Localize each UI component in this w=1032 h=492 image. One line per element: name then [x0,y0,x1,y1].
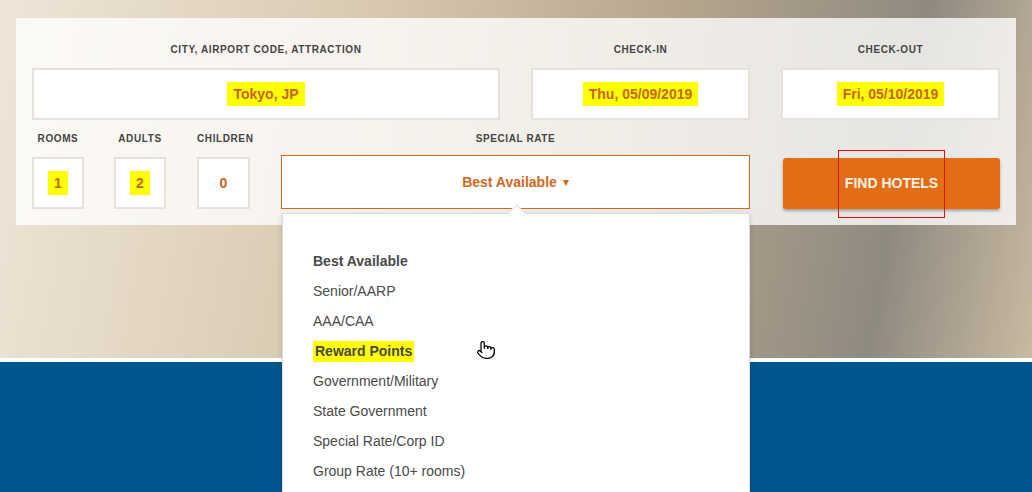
children-field-value: 0 [214,171,234,195]
children-field: CHILDREN 0 [197,133,250,209]
special-rate-option[interactable]: Reward Points [313,336,719,366]
search-row-bottom: ROOMS 1 ADULTS 2 CHILDREN 0 SPECIAL RATE Best A… [32,133,1000,209]
annotation-box [838,150,945,218]
check-in-field-value: Thu, 05/09/2019 [583,82,699,106]
search-row-top: CITY, AIRPORT CODE, ATTRACTIONTokyo, JPC… [32,44,1000,120]
special-rate-value: Best Available [462,172,557,193]
destination-field: CITY, AIRPORT CODE, ATTRACTION Tokyo, JP [32,44,500,120]
special-rate-menu: Best Available Senior/AARP AAA/CAA Reward P… [282,213,750,492]
special-rate-option[interactable]: Best Available [313,246,719,276]
children-field-label: CHILDREN [197,133,250,145]
option-label: Government/Military [313,371,438,392]
find-hotels-button[interactable]: FIND HOTELS [783,158,1000,209]
special-rate-option[interactable]: Group Rate (10+ rooms) [313,456,719,486]
option-label: Special Rate/Corp ID [313,431,445,452]
option-label: State Government [313,401,427,422]
special-rate-label: SPECIAL RATE [281,133,750,145]
adults-field-label: ADULTS [114,133,166,145]
destination-field-value: Tokyo, JP [227,82,304,106]
special-rate-option[interactable]: Special Rate/Corp ID [313,426,719,456]
check-out-field: CHECK-OUT Fri, 05/10/2019 [781,44,1000,120]
destination-field-input[interactable]: Tokyo, JP [32,68,500,120]
special-rate-option[interactable]: AAA/CAA [313,306,719,336]
hand-cursor-icon [476,340,496,360]
option-label: AAA/CAA [313,311,374,332]
option-label: Best Available [313,251,408,272]
check-out-field-value: Fri, 05/10/2019 [837,82,945,106]
option-label: Reward Points [313,341,414,362]
rooms-field-value: 1 [48,171,68,195]
caret-icon: ▾ [563,173,569,191]
special-rate-option[interactable]: Senior/AARP [313,276,719,306]
destination-field-label: CITY, AIRPORT CODE, ATTRACTION [32,44,500,56]
check-out-field-input[interactable]: Fri, 05/10/2019 [781,68,1000,120]
search-panel: CITY, AIRPORT CODE, ATTRACTIONTokyo, JPC… [16,18,1016,225]
special-rate-dropdown[interactable]: Best Available ▾ [281,155,750,209]
children-field-input[interactable]: 0 [197,157,250,209]
check-in-field-input[interactable]: Thu, 05/09/2019 [531,68,750,120]
special-rate-option[interactable]: Government/Military [313,366,719,396]
option-label: Group Rate (10+ rooms) [313,461,465,482]
check-out-field-label: CHECK-OUT [781,44,1000,56]
option-label: Senior/AARP [313,281,395,302]
rooms-field: ROOMS 1 [32,133,84,209]
rooms-field-label: ROOMS [32,133,84,145]
special-rate-option[interactable]: State Government [313,396,719,426]
hotel-search-page: CITY, AIRPORT CODE, ATTRACTIONTokyo, JPC… [0,0,1032,492]
find-hotels-label: FIND HOTELS [845,173,938,194]
check-in-field-label: CHECK-IN [531,44,750,56]
adults-field: ADULTS 2 [114,133,166,209]
special-rate-field: SPECIAL RATE Best Available ▾ [281,133,750,209]
adults-field-value: 2 [130,171,150,195]
check-in-field: CHECK-IN Thu, 05/09/2019 [531,44,750,120]
adults-field-input[interactable]: 2 [114,157,166,209]
rooms-field-input[interactable]: 1 [32,157,84,209]
